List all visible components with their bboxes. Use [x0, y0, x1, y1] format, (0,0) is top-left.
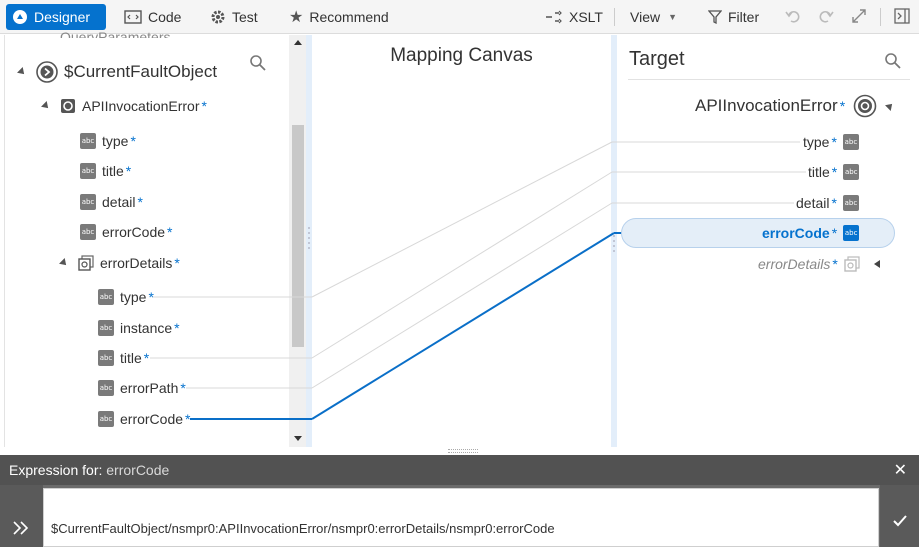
source-field-title[interactable]: abc title *: [80, 163, 131, 179]
horizontal-splitter[interactable]: [448, 449, 478, 453]
fault-object-icon: [36, 61, 58, 83]
source-detail-title[interactable]: abc title *: [98, 350, 149, 366]
expression-title: Expression for: errorCode: [9, 462, 169, 478]
field-label: errorPath: [120, 380, 179, 396]
source-detail-type[interactable]: abc type *: [98, 289, 154, 305]
field-label: detail: [102, 194, 136, 210]
required-mark: *: [831, 164, 838, 180]
array-icon: [78, 255, 94, 271]
string-type-icon: abc: [843, 225, 860, 241]
string-type-icon: abc: [80, 133, 96, 149]
source-detail-errorcode[interactable]: abc errorCode *: [98, 411, 190, 427]
source-detail-errorpath[interactable]: abc errorPath *: [98, 380, 186, 396]
required-mark: *: [832, 256, 838, 272]
checkmark-icon: [892, 514, 908, 533]
string-type-icon: abc: [98, 350, 114, 366]
array-icon: [844, 256, 860, 272]
close-icon[interactable]: ✕: [894, 460, 907, 480]
source-node-errordetails[interactable]: errorDetails *: [59, 255, 180, 271]
field-label: title: [120, 350, 142, 366]
field-label: type: [102, 133, 129, 149]
string-type-icon: abc: [842, 195, 859, 211]
splitter-grip-left[interactable]: [307, 225, 311, 255]
required-mark: *: [130, 133, 136, 149]
source-node-currentfaultobject[interactable]: $CurrentFaultObject: [17, 61, 218, 83]
expression-value[interactable]: $CurrentFaultObject/nsmpr0:APIInvocation…: [51, 521, 555, 536]
string-type-icon: abc: [80, 224, 96, 240]
double-chevron-right-icon: [12, 521, 30, 540]
required-mark: *: [839, 98, 846, 114]
string-type-icon: abc: [80, 163, 96, 179]
string-type-icon: abc: [80, 194, 96, 210]
field-label: title: [808, 164, 830, 180]
required-mark: *: [180, 380, 186, 396]
root-label: $CurrentFaultObject: [64, 62, 218, 81]
expand-left-icon[interactable]: [873, 260, 880, 268]
expand-triangle-icon[interactable]: [41, 101, 51, 111]
required-mark: *: [125, 163, 132, 179]
field-label: detail: [796, 195, 830, 211]
target-field-title[interactable]: title * abc: [808, 164, 860, 180]
string-type-icon: abc: [98, 289, 114, 305]
source-detail-instance[interactable]: abc instance *: [98, 320, 180, 336]
source-node-queryparameters[interactable]: QueryParameters: [20, 26, 170, 38]
string-type-icon: abc: [98, 320, 114, 336]
error-label: APIInvocationError: [82, 98, 200, 114]
field-label: type: [120, 289, 147, 305]
field-label: errorCode: [120, 411, 184, 427]
field-label: type: [803, 134, 830, 150]
source-search-button[interactable]: [249, 54, 267, 75]
expression-label: Expression for:: [9, 462, 103, 478]
expression-field: errorCode: [106, 462, 170, 478]
field-label: title: [102, 163, 124, 179]
required-mark: *: [831, 195, 837, 211]
required-mark: *: [137, 194, 143, 210]
required-mark: *: [174, 255, 180, 271]
expression-header: Expression for: errorCode ✕: [0, 455, 919, 485]
details-label: errorDetails: [100, 255, 173, 271]
splitter-grip-right[interactable]: [612, 233, 616, 259]
target-field-detail[interactable]: detail * abc: [796, 195, 859, 211]
required-mark: *: [174, 320, 180, 336]
target-field-errorcode[interactable]: errorCode * abc: [762, 225, 860, 241]
required-mark: *: [201, 98, 207, 114]
target-root-icon: [853, 94, 877, 118]
expand-triangle-icon[interactable]: [17, 67, 27, 77]
apply-expression-button[interactable]: [880, 485, 919, 547]
field-label: instance: [120, 320, 173, 336]
search-icon: [884, 52, 902, 73]
expression-editor[interactable]: [43, 488, 879, 547]
required-mark: *: [831, 225, 838, 241]
field-label: errorCode: [102, 224, 166, 240]
partial-node-label: QueryParameters: [60, 29, 171, 38]
target-field-type[interactable]: type * abc: [803, 134, 859, 150]
target-root-label: APIInvocationError: [695, 96, 838, 115]
expand-triangle-icon[interactable]: [59, 258, 69, 268]
details-label: errorDetails: [758, 256, 831, 272]
source-node-apiinvocationerror[interactable]: APIInvocationError *: [41, 98, 207, 114]
target-search-button[interactable]: [884, 52, 902, 73]
source-field-type[interactable]: abc type *: [80, 133, 136, 149]
required-mark: *: [185, 411, 191, 427]
required-mark: *: [831, 134, 837, 150]
string-type-icon: abc: [842, 134, 859, 150]
search-icon: [249, 54, 267, 75]
target-node-errordetails[interactable]: errorDetails *: [758, 256, 880, 272]
object-icon: [60, 98, 76, 114]
required-mark: *: [167, 224, 173, 240]
required-mark: *: [143, 350, 150, 366]
string-type-icon: abc: [98, 380, 114, 396]
source-field-detail[interactable]: abc detail *: [80, 194, 143, 210]
field-label: errorCode: [762, 225, 830, 241]
source-field-errorcode[interactable]: abc errorCode *: [80, 224, 172, 240]
required-mark: *: [148, 289, 154, 305]
expand-expression-button[interactable]: [0, 485, 43, 547]
target-node-apiinvocationerror[interactable]: APIInvocationError *: [695, 94, 896, 118]
string-type-icon: abc: [98, 411, 114, 427]
string-type-icon: abc: [843, 164, 860, 180]
